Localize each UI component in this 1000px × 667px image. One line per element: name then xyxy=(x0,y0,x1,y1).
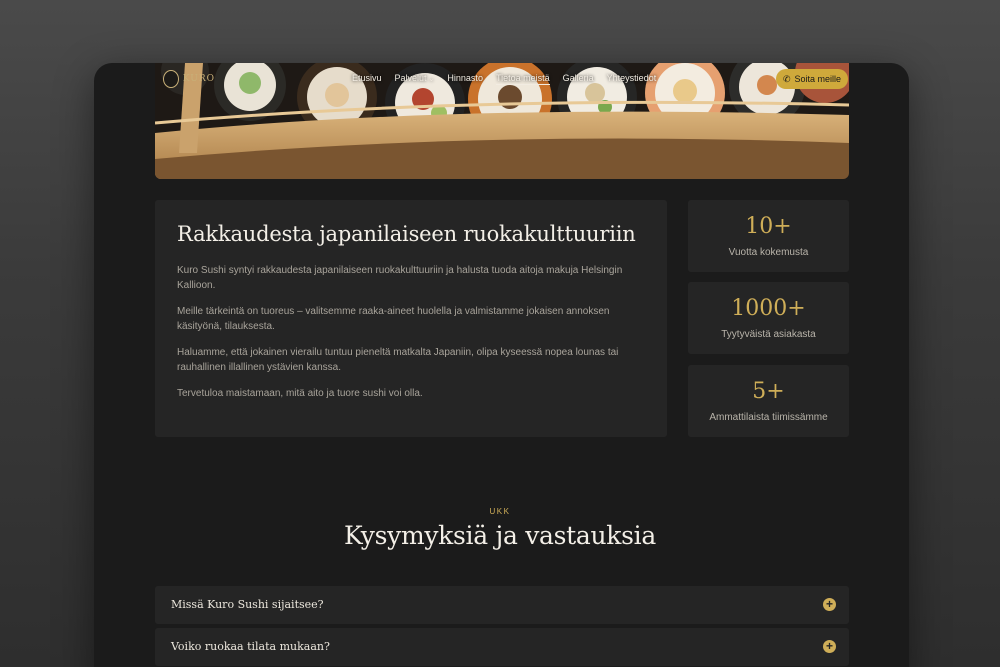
stat-value: 5+ xyxy=(752,379,785,404)
about-paragraph: Haluamme, että jokainen vierailu tuntuu … xyxy=(177,347,619,373)
nav-item-palvelut-label: Palvelut xyxy=(394,73,427,83)
nav-item-hinnasto[interactable]: Hinnasto xyxy=(447,73,483,85)
faq-question: Voiko ruokaa tilata mukaan? xyxy=(171,640,330,653)
call-us-button[interactable]: ✆ Soita meille xyxy=(776,69,848,89)
faq-item[interactable]: Missä Kuro Sushi sijaitsee? + xyxy=(155,586,849,624)
nav-item-galleria[interactable]: Galleria xyxy=(563,73,594,85)
plus-icon[interactable]: + xyxy=(823,640,836,653)
stat-label: Ammattilaista tiimissämme xyxy=(709,412,828,423)
faq-question: Missä Kuro Sushi sijaitsee? xyxy=(171,598,324,611)
stat-card-customers: 1000+ Tyytyväistä asiakasta xyxy=(688,282,849,354)
brand-logo[interactable]: KURO xyxy=(163,68,215,90)
stat-label: Vuotta kokemusta xyxy=(728,247,809,258)
about-paragraph: Tervetuloa maistamaan, mitä aito ja tuor… xyxy=(177,388,423,399)
faq-item[interactable]: Voiko ruokaa tilata mukaan? + xyxy=(155,628,849,666)
nav-item-tietoa-meista[interactable]: Tietoa meistä xyxy=(495,73,550,85)
phone-icon: ✆ xyxy=(782,73,791,84)
about-title: Rakkaudesta japanilaiseen ruokakulttuuri… xyxy=(177,222,636,246)
nav-item-etusivu[interactable]: Etusivu xyxy=(352,73,382,85)
nav-links: Etusivu Palvelut ⌄ Hinnasto Tietoa meistä… xyxy=(352,73,656,85)
nav-item-palvelut[interactable]: Palvelut ⌄ xyxy=(395,73,435,85)
stat-card-experience: 10+ Vuotta kokemusta xyxy=(688,200,849,272)
plus-icon[interactable]: + xyxy=(823,598,836,611)
faq-eyebrow: UKK xyxy=(489,507,511,516)
logo-mark-icon xyxy=(163,70,179,88)
about-paragraph: Kuro Sushi syntyi rakkaudesta japanilais… xyxy=(177,265,623,291)
call-us-label: Soita meille xyxy=(794,74,842,84)
about-card: Rakkaudesta japanilaiseen ruokakulttuuri… xyxy=(155,200,667,437)
stat-label: Tyytyväistä asiakasta xyxy=(721,329,816,340)
nav-item-yhteystiedot[interactable]: Yhteystiedot xyxy=(607,73,657,85)
faq-title: Kysymyksiä ja vastauksia xyxy=(343,521,656,550)
chevron-down-icon: ⌄ xyxy=(428,76,435,83)
main-navigation: KURO Etusivu Palvelut ⌄ Hinnasto Tietoa m… xyxy=(155,63,849,95)
hero-image: KURO Etusivu Palvelut ⌄ Hinnasto Tietoa m… xyxy=(155,63,849,179)
stat-value: 10+ xyxy=(745,214,792,239)
stat-card-team: 5+ Ammattilaista tiimissämme xyxy=(688,365,849,437)
logo-text: KURO xyxy=(182,74,215,84)
about-paragraph: Meille tärkeintä on tuoreus – valitsemme… xyxy=(177,306,610,332)
stat-value: 1000+ xyxy=(731,296,806,321)
